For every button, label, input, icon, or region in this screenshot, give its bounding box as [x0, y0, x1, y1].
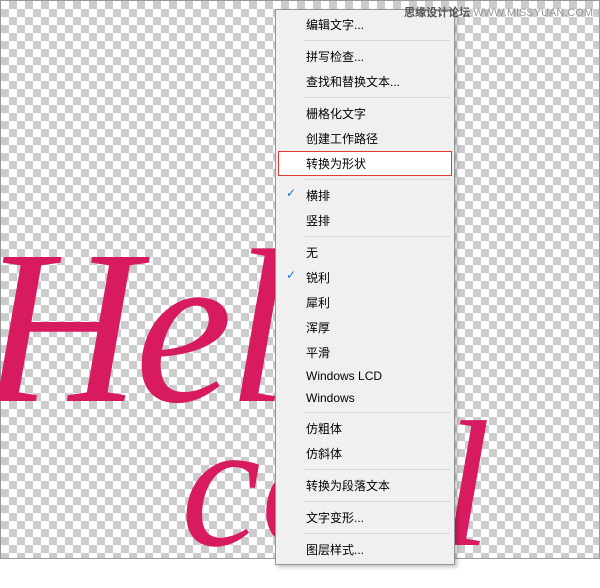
menu-item[interactable]: 拼写检查... [278, 44, 452, 69]
menu-separator [304, 469, 450, 470]
check-icon: ✓ [284, 268, 298, 282]
menu-item-label: 锐利 [306, 271, 330, 285]
menu-separator [304, 412, 450, 413]
menu-separator [304, 40, 450, 41]
menu-item[interactable]: 创建工作路径 [278, 126, 452, 151]
menu-separator [304, 236, 450, 237]
check-icon: ✓ [284, 186, 298, 200]
menu-item[interactable]: 竖排 [278, 208, 452, 233]
menu-item[interactable]: 仿斜体 [278, 441, 452, 466]
menu-item-label: 转换为形状 [306, 157, 366, 171]
context-menu: 编辑文字... 拼写检查... 查找和替换文本... 栅格化文字创建工作路径转换为形状… [275, 9, 455, 565]
menu-separator [304, 97, 450, 98]
menu-item-label: 浑厚 [306, 321, 330, 335]
menu-item-label: 仿粗体 [306, 422, 342, 436]
menu-item-label: 栅格化文字 [306, 107, 366, 121]
menu-item[interactable]: 转换为段落文本 [278, 473, 452, 498]
menu-item[interactable]: 无 [278, 240, 452, 265]
watermark-label: 思缘设计论坛 [404, 7, 470, 19]
menu-item[interactable]: Windows LCD [278, 365, 452, 387]
menu-item-label: 创建工作路径 [306, 132, 378, 146]
menu-item[interactable]: 仿粗体 [278, 416, 452, 441]
menu-item[interactable]: ✓ 锐利 [278, 265, 452, 290]
watermark-url: WWW.MISSYUAN.COM [473, 7, 593, 19]
menu-item[interactable]: 查找和替换文本... [278, 69, 452, 94]
menu-item-label: 编辑文字... [306, 18, 364, 32]
menu-item-label: Windows [306, 391, 355, 405]
menu-item[interactable]: 栅格化文字 [278, 101, 452, 126]
menu-item-label: 平滑 [306, 346, 330, 360]
watermark: 思缘设计论坛 WWW.MISSYUAN.COM [404, 4, 593, 20]
menu-item-label: 查找和替换文本... [306, 75, 400, 89]
menu-item[interactable]: 平滑 [278, 340, 452, 365]
menu-separator [304, 179, 450, 180]
menu-item[interactable]: 图层样式... [278, 537, 452, 562]
menu-item[interactable]: Windows [278, 387, 452, 409]
menu-item-label: Windows LCD [306, 369, 382, 383]
menu-item-label: 仿斜体 [306, 447, 342, 461]
menu-item-label: 文字变形... [306, 511, 364, 525]
menu-item[interactable]: 转换为形状 [278, 151, 452, 176]
menu-item-label: 拼写检查... [306, 50, 364, 64]
menu-item-label: 犀利 [306, 296, 330, 310]
menu-item[interactable]: 犀利 [278, 290, 452, 315]
menu-item-label: 无 [306, 246, 318, 260]
menu-item[interactable]: 浑厚 [278, 315, 452, 340]
menu-item-label: 竖排 [306, 214, 330, 228]
menu-separator [304, 501, 450, 502]
menu-item-label: 转换为段落文本 [306, 479, 390, 493]
menu-item[interactable]: 文字变形... [278, 505, 452, 530]
menu-item-label: 横排 [306, 189, 330, 203]
menu-item[interactable]: ✓ 横排 [278, 183, 452, 208]
menu-item-label: 图层样式... [306, 543, 364, 557]
menu-separator [304, 533, 450, 534]
